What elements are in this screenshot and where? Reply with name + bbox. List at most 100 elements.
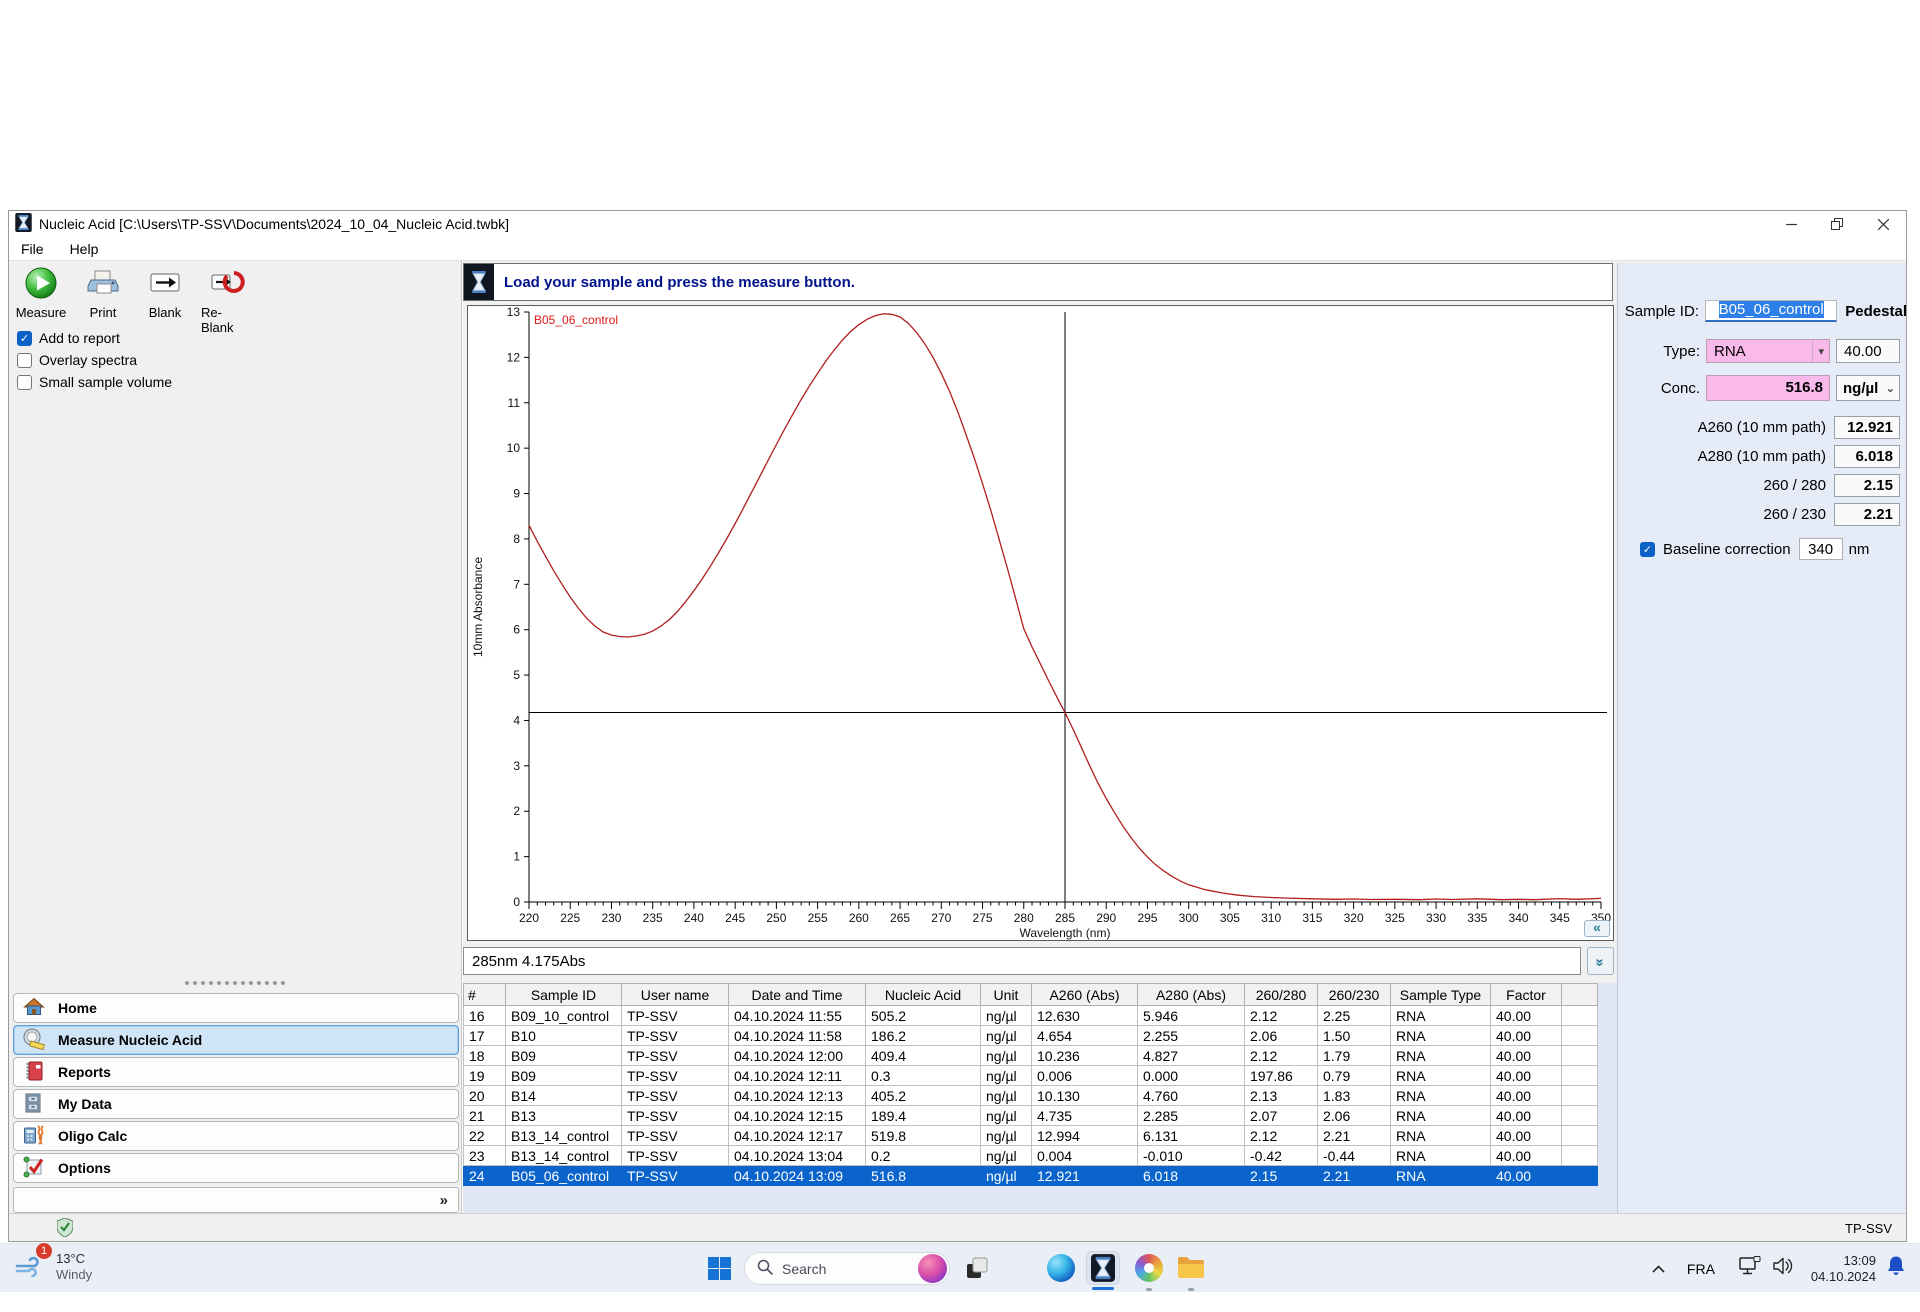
column-header[interactable]: 260/280 bbox=[1245, 984, 1318, 1006]
small-sample-volume-checkbox[interactable]: Small sample volume bbox=[17, 373, 172, 391]
sidebar-item-oligo-calc[interactable]: Oligo Calc bbox=[13, 1121, 459, 1151]
edge-browser-icon[interactable] bbox=[1044, 1251, 1078, 1285]
table-cell: 0.006 bbox=[1032, 1066, 1138, 1086]
table-cell: 1.79 bbox=[1318, 1046, 1391, 1066]
column-header[interactable]: Factor bbox=[1491, 984, 1562, 1006]
splitter-handle[interactable] bbox=[185, 981, 285, 985]
taskbar-search[interactable]: Search bbox=[744, 1252, 950, 1285]
svg-text:12: 12 bbox=[507, 350, 521, 364]
baseline-label: Baseline correction bbox=[1663, 541, 1791, 558]
table-cell-filler bbox=[1562, 1026, 1598, 1046]
blank-button[interactable]: Blank bbox=[139, 265, 191, 335]
clock[interactable]: 13:09 04.10.2024 bbox=[1811, 1253, 1876, 1285]
metric-value: 2.15 bbox=[1834, 474, 1900, 497]
table-cell: 2.12 bbox=[1245, 1046, 1318, 1066]
table-row[interactable]: 19B09TP-SSV04.10.2024 12:110.3ng/µl0.006… bbox=[464, 1066, 1598, 1086]
start-button[interactable] bbox=[702, 1251, 736, 1285]
sidebar-item-label: Options bbox=[58, 1160, 111, 1176]
table-row[interactable]: 21B13TP-SSV04.10.2024 12:15189.4ng/µl4.7… bbox=[464, 1106, 1598, 1126]
toolbar: Measure Print Blank Re-Blank bbox=[15, 265, 253, 335]
column-header[interactable]: Date and Time bbox=[729, 984, 866, 1006]
type-select[interactable]: RNA ▾ bbox=[1706, 339, 1830, 363]
table-cell: 2.21 bbox=[1318, 1166, 1391, 1186]
column-header[interactable]: User name bbox=[622, 984, 729, 1006]
message-bar: Load your sample and press the measure b… bbox=[463, 263, 1613, 301]
svg-text:315: 315 bbox=[1302, 911, 1322, 925]
sidebar-item-reports[interactable]: Reports bbox=[13, 1057, 459, 1087]
weather-widget[interactable]: 1 13°C Windy bbox=[14, 1249, 92, 1284]
volume-icon[interactable] bbox=[1773, 1257, 1795, 1280]
column-header[interactable]: Nucleic Acid bbox=[866, 984, 981, 1006]
close-button[interactable] bbox=[1860, 211, 1906, 237]
column-header[interactable]: A260 (Abs) bbox=[1032, 984, 1138, 1006]
table-cell: 6.131 bbox=[1138, 1126, 1245, 1146]
svg-text:10: 10 bbox=[507, 441, 521, 455]
overlay-spectra-checkbox[interactable]: Overlay spectra bbox=[17, 351, 172, 369]
baseline-checkbox[interactable]: ✓ bbox=[1640, 542, 1655, 557]
table-cell: 10.236 bbox=[1032, 1046, 1138, 1066]
task-view-button[interactable] bbox=[960, 1251, 994, 1285]
minimize-button[interactable] bbox=[1768, 211, 1814, 237]
input-language[interactable]: FRA bbox=[1687, 1261, 1715, 1277]
results-table[interactable]: #Sample IDUser nameDate and TimeNucleic … bbox=[463, 983, 1598, 1186]
menu-file[interactable]: File bbox=[21, 241, 44, 257]
table-row[interactable]: 17B10TP-SSV04.10.2024 11:58186.2ng/µl4.6… bbox=[464, 1026, 1598, 1046]
column-header[interactable]: # bbox=[464, 984, 506, 1006]
running-indicator bbox=[1146, 1288, 1152, 1291]
sample-id-input[interactable]: B05_06_control bbox=[1705, 300, 1837, 322]
sidebar-item-my-data[interactable]: My Data bbox=[13, 1089, 459, 1119]
notification-bell-icon[interactable] bbox=[1886, 1255, 1906, 1282]
table-cell: 2.06 bbox=[1318, 1106, 1391, 1126]
table-row[interactable]: 18B09TP-SSV04.10.2024 12:00409.4ng/µl10.… bbox=[464, 1046, 1598, 1066]
network-icon[interactable] bbox=[1739, 1256, 1761, 1281]
column-header[interactable]: A280 (Abs) bbox=[1138, 984, 1245, 1006]
svg-text:240: 240 bbox=[684, 911, 704, 925]
nanodrop-taskbar-icon[interactable] bbox=[1086, 1251, 1120, 1285]
sidebar-collapse-button[interactable]: » bbox=[13, 1187, 459, 1213]
table-cell: ng/µl bbox=[981, 1006, 1032, 1026]
table-row[interactable]: 16B09_10_controlTP-SSV04.10.2024 11:5550… bbox=[464, 1006, 1598, 1026]
title-bar: Nucleic Acid [C:\Users\TP-SSV\Documents\… bbox=[9, 211, 1906, 237]
taskbar: 1 13°C Windy Search bbox=[0, 1243, 1920, 1292]
column-header[interactable]: Sample ID bbox=[506, 984, 622, 1006]
table-cell: TP-SSV bbox=[622, 1026, 729, 1046]
sidebar-item-home[interactable]: Home bbox=[13, 993, 459, 1023]
security-shield-icon bbox=[57, 1218, 73, 1240]
table-cell-filler bbox=[1562, 1166, 1598, 1186]
table-row[interactable]: 23B13_14_controlTP-SSV04.10.2024 13:040.… bbox=[464, 1146, 1598, 1166]
current-user: TP-SSV bbox=[1845, 1221, 1892, 1236]
table-cell-filler bbox=[1562, 1006, 1598, 1026]
tray-expand-chevron[interactable] bbox=[1652, 1260, 1665, 1278]
status-message: Load your sample and press the measure b… bbox=[504, 274, 855, 291]
factor-field[interactable]: 40.00 bbox=[1836, 339, 1900, 363]
measure-button[interactable]: Measure bbox=[15, 265, 67, 335]
baseline-wavelength-input[interactable]: 340 bbox=[1799, 538, 1843, 560]
reblank-button[interactable]: Re-Blank bbox=[201, 265, 253, 335]
sidebar-item-measure-nucleic-acid[interactable]: Measure Nucleic Acid bbox=[13, 1025, 459, 1055]
add-to-report-checkbox[interactable]: ✓ Add to report bbox=[17, 329, 172, 347]
column-header[interactable]: 260/230 bbox=[1318, 984, 1391, 1006]
expand-readout-button[interactable]: » bbox=[1587, 947, 1614, 975]
chart-collapse-button[interactable]: « bbox=[1584, 920, 1610, 937]
paint-icon[interactable] bbox=[1132, 1251, 1166, 1285]
unit-select[interactable]: ng/µl ⌄ bbox=[1836, 375, 1900, 401]
column-header[interactable]: Unit bbox=[981, 984, 1032, 1006]
table-cell: 2.13 bbox=[1245, 1086, 1318, 1106]
table-row[interactable]: 20B14TP-SSV04.10.2024 12:13405.2ng/µl10.… bbox=[464, 1086, 1598, 1106]
table-cell: B09_10_control bbox=[506, 1006, 622, 1026]
column-header[interactable]: Sample Type bbox=[1391, 984, 1491, 1006]
sidebar-item-options[interactable]: Options bbox=[13, 1153, 459, 1183]
table-cell: 186.2 bbox=[866, 1026, 981, 1046]
table-cell: RNA bbox=[1391, 1166, 1491, 1186]
table-cell: 2.25 bbox=[1318, 1006, 1391, 1026]
restore-button[interactable] bbox=[1814, 211, 1860, 237]
svg-text:265: 265 bbox=[890, 911, 910, 925]
svg-text:275: 275 bbox=[973, 911, 993, 925]
file-explorer-icon[interactable] bbox=[1174, 1251, 1208, 1285]
print-button[interactable]: Print bbox=[77, 265, 129, 335]
absorbance-chart[interactable]: 0123456789101112132202252302352402452502… bbox=[467, 305, 1614, 941]
table-row[interactable]: 22B13_14_controlTP-SSV04.10.2024 12:1751… bbox=[464, 1126, 1598, 1146]
menu-help[interactable]: Help bbox=[70, 241, 99, 257]
table-row[interactable]: 24B05_06_controlTP-SSV04.10.2024 13:0951… bbox=[464, 1166, 1598, 1186]
table-cell: 516.8 bbox=[866, 1166, 981, 1186]
